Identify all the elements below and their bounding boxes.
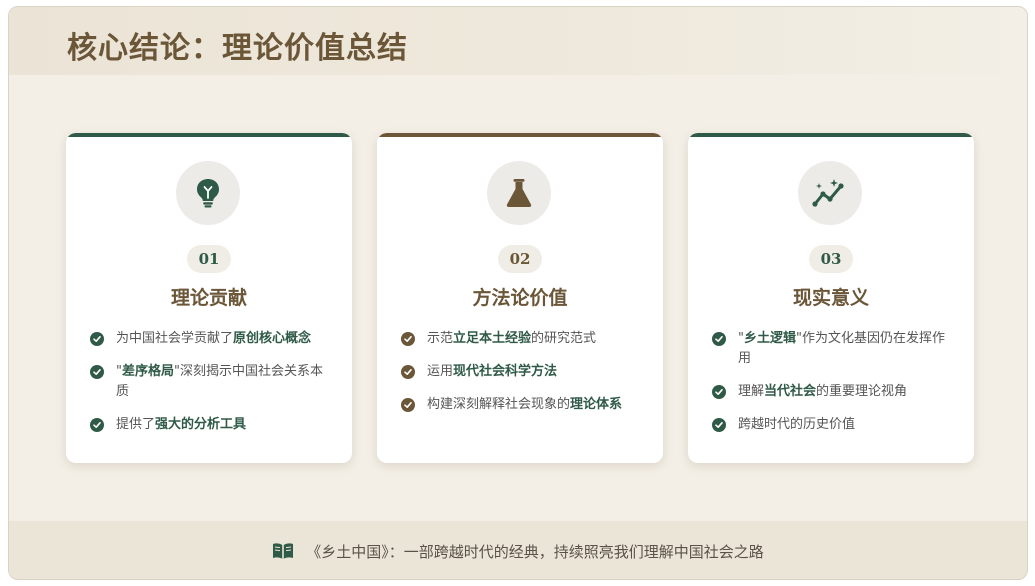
check-circle-icon (90, 365, 104, 379)
card-title: 方法论价值 (472, 287, 568, 309)
card-practical-significance: 03 现实意义 "乡土逻辑"作为文化基因仍在发挥作用 理解当代社会的重要理论视角… (688, 133, 974, 463)
list-item: 运用现代社会科学方法 (401, 362, 641, 382)
card-title: 现实意义 (792, 287, 869, 309)
card-accent-bar (688, 133, 974, 137)
card-title: 理论贡献 (170, 287, 247, 309)
card-accent-bar (377, 133, 663, 137)
card-theory-contribution: 01 理论贡献 为中国社会学贡献了原创核心概念 "差序格局"深刻揭示中国社会关系… (66, 133, 352, 463)
slide: 核心结论：理论价值总结 01 理论贡献 为中国社会学贡献了原创核心概念 "差序格… (8, 6, 1028, 580)
card-number: 03 (809, 245, 853, 273)
check-circle-icon (712, 418, 726, 432)
list-item: 示范立足本土经验的研究范式 (401, 329, 641, 349)
footer-banner: 《乡土中国》：一部跨越时代的经典，持续照亮我们理解中国社会之路 (9, 521, 1027, 579)
icon-badge (487, 161, 551, 225)
check-circle-icon (712, 385, 726, 399)
check-circle-icon (401, 398, 415, 412)
card-number: 01 (187, 245, 231, 273)
list-item: 理解当代社会的重要理论视角 (712, 382, 952, 402)
card-number: 02 (498, 245, 542, 273)
page-title: 核心结论：理论价值总结 (67, 31, 408, 66)
bullet-list: 示范立足本土经验的研究范式 运用现代社会科学方法 构建深刻解释社会现象的理论体系 (401, 329, 641, 428)
icon-badge (798, 161, 862, 225)
flask-icon (506, 179, 532, 207)
list-item: 为中国社会学贡献了原创核心概念 (90, 329, 330, 349)
check-circle-icon (90, 418, 104, 432)
card-accent-bar (66, 133, 352, 137)
footer-text: 《乡土中国》：一部跨越时代的经典，持续照亮我们理解中国社会之路 (306, 542, 764, 561)
bullet-list: "乡土逻辑"作为文化基因仍在发挥作用 理解当代社会的重要理论视角 跨越时代的历史… (712, 329, 952, 448)
check-circle-icon (712, 332, 726, 346)
check-circle-icon (401, 365, 415, 379)
open-book-icon (273, 543, 294, 559)
bullet-list: 为中国社会学贡献了原创核心概念 "差序格局"深刻揭示中国社会关系本质 提供了强大… (90, 329, 330, 448)
list-item: "乡土逻辑"作为文化基因仍在发挥作用 (712, 329, 952, 369)
slide-header: 核心结论：理论价值总结 (9, 7, 1027, 75)
icon-badge (176, 161, 240, 225)
lightbulb-icon (197, 179, 219, 208)
check-circle-icon (90, 332, 104, 346)
check-circle-icon (401, 332, 415, 346)
list-item: 提供了强大的分析工具 (90, 415, 330, 435)
chart-sparkle-icon (812, 179, 844, 207)
list-item: 跨越时代的历史价值 (712, 415, 952, 435)
list-item: 构建深刻解释社会现象的理论体系 (401, 395, 641, 415)
card-methodology-value: 02 方法论价值 示范立足本土经验的研究范式 运用现代社会科学方法 构建深刻解释… (377, 133, 663, 463)
list-item: "差序格局"深刻揭示中国社会关系本质 (90, 362, 330, 402)
